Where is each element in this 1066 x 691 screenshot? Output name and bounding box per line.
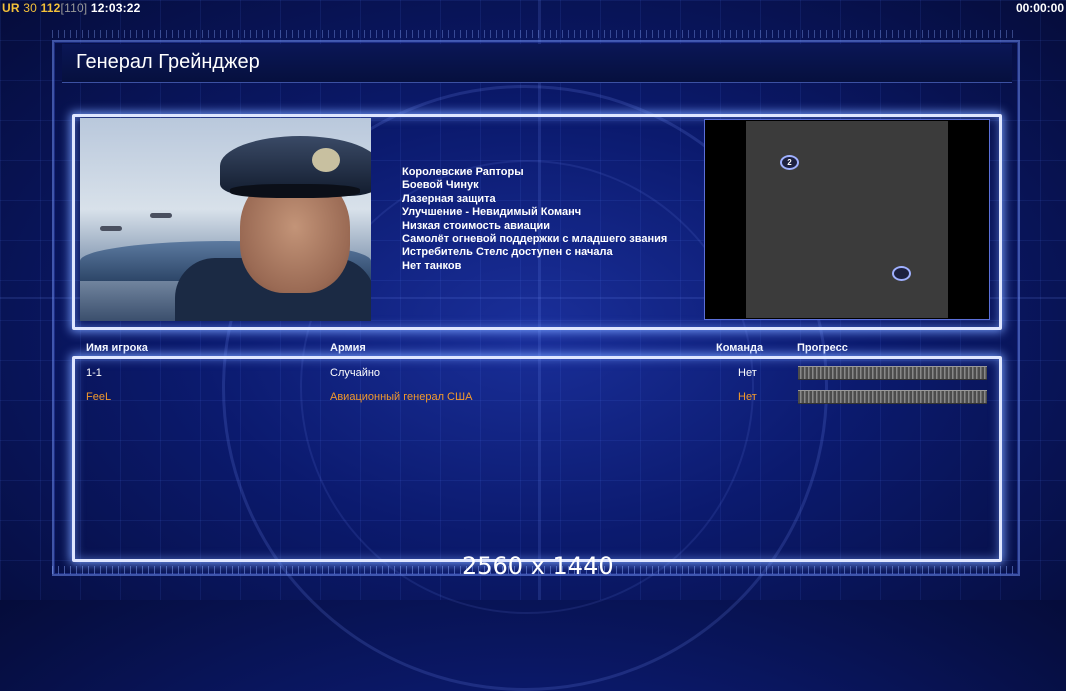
perk-item: Низкая стоимость авиации — [402, 219, 551, 232]
perk-item: Самолёт огневой поддержки с младшего зва… — [402, 233, 668, 246]
perk-item: Нет танков — [402, 259, 462, 272]
perk-item: Королевские Рапторы — [402, 166, 524, 178]
hud-level: 30 — [23, 1, 38, 15]
perk-item: Лазерная защита — [402, 192, 496, 205]
spawn-point-2[interactable]: 2 — [780, 155, 799, 170]
hud-clock: 12:03:22 — [90, 1, 141, 15]
progress-bar — [798, 390, 987, 404]
hud-value-a: 112 — [40, 1, 61, 15]
players-panel — [72, 356, 1002, 562]
top-ruler — [52, 30, 1016, 38]
resolution-label: 2560 x 1440 — [462, 552, 614, 580]
header-progress: Прогресс — [797, 342, 848, 354]
header-army: Армия — [330, 342, 366, 354]
page-title: Генерал Грейнджер — [76, 51, 260, 73]
player-team: Нет — [738, 391, 757, 403]
player-army: Случайно — [330, 367, 381, 379]
map-area[interactable] — [746, 121, 948, 318]
player-name: 1-1 — [86, 367, 102, 379]
perk-item: Улучшение - Невидимый Команч — [402, 206, 582, 219]
hud-status: UR 30 112[110] 12:03:22 — [2, 1, 141, 15]
general-portrait — [80, 118, 371, 321]
player-army: Авиационный генерал США — [330, 391, 473, 403]
player-name: FeeL — [86, 391, 112, 403]
progress-bar — [798, 366, 987, 380]
spawn-label: 2 — [787, 158, 792, 167]
hud-prefix: UR — [2, 1, 20, 15]
hud-value-b: [110] — [60, 1, 88, 15]
header-team: Команда — [716, 342, 764, 354]
spawn-point-empty[interactable] — [892, 266, 911, 281]
hud-timer: 00:00:00 — [1015, 1, 1064, 15]
perk-item: Боевой Чинук — [402, 179, 479, 192]
player-team: Нет — [738, 367, 757, 379]
general-perks-list: Королевские Рапторы Боевой Чинук Лазерна… — [402, 166, 667, 273]
header-player-name: Имя игрока — [86, 342, 148, 354]
perk-item: Истребитель Стелс доступен с начала — [402, 246, 613, 259]
